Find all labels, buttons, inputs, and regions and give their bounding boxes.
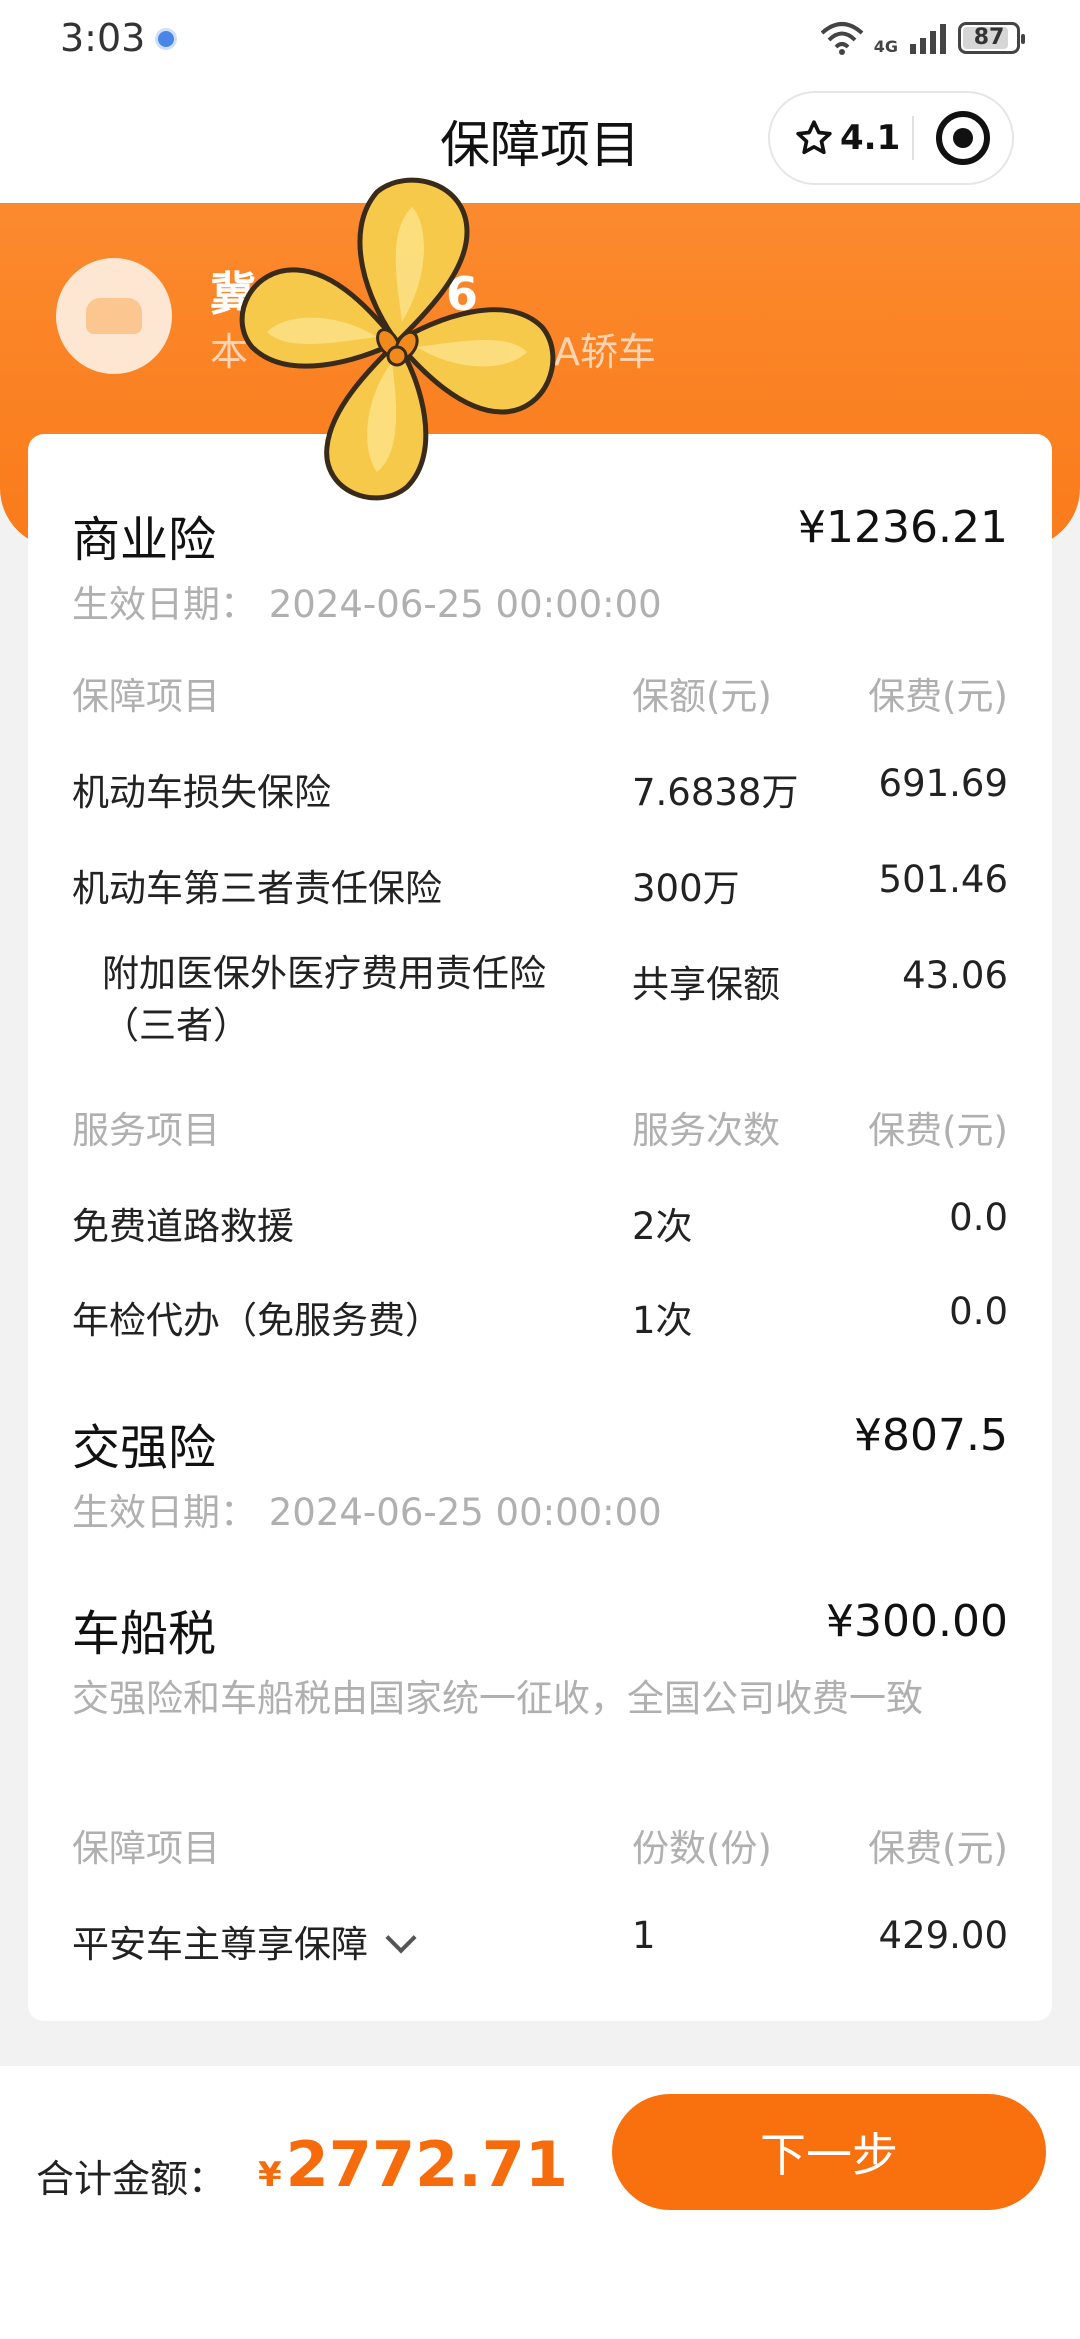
header-count: 份数(份) <box>632 1827 772 1870</box>
commercial-title: 商业险 <box>72 512 217 568</box>
car-icon <box>86 298 142 334</box>
chevron-down-icon <box>385 1922 417 1954</box>
header-item: 保障项目 <box>72 1827 220 1870</box>
item-name: 机动车损失保险 <box>72 771 331 814</box>
coverage-card: 商业险 ¥1236.21 生效日期： 2024-06-25 00:00:00 保… <box>28 434 1052 2021</box>
close-miniprogram-button[interactable] <box>914 111 1012 165</box>
signal-icon <box>910 23 946 54</box>
vehicle-avatar <box>56 258 172 374</box>
service-name: 年检代办（免服务费） <box>72 1299 442 1342</box>
status-bar: 3:03 4G 87 <box>0 0 1080 75</box>
battery-level: 87 <box>973 25 1005 50</box>
wifi-icon <box>820 21 864 55</box>
extra-item-count: 1 <box>632 1914 656 1957</box>
network-type: 4G <box>873 37 898 56</box>
service-name: 免费道路救援 <box>72 1205 294 1248</box>
service-premium: 0.0 <box>949 1196 1008 1239</box>
extra-item-premium: 429.00 <box>878 1914 1008 1957</box>
location-icon <box>155 27 178 50</box>
currency-symbol: ¥ <box>258 2155 282 2195</box>
commercial-amount: ¥1236.21 <box>798 502 1008 553</box>
status-time: 3:03 <box>60 15 146 60</box>
compulsory-effective-date: 生效日期： 2024-06-25 00:00:00 <box>72 1491 662 1534</box>
mini-program-capsule: 4.1 <box>768 91 1014 185</box>
total-label: 合计金额： <box>36 2157 227 2201</box>
commercial-effective-date: 生效日期： 2024-06-25 00:00:00 <box>72 583 662 626</box>
item-name: 附加医保外医疗费用责任险（三者） <box>102 952 546 1047</box>
total-amount: ¥2772.71 <box>258 2128 568 2201</box>
service-count: 2次 <box>632 1205 693 1248</box>
item-premium: 43.06 <box>902 954 1008 997</box>
header-item: 保障项目 <box>72 675 220 718</box>
total-value: 2772.71 <box>285 2128 569 2201</box>
header-coverage: 保额(元) <box>632 675 772 718</box>
bottom-bar: 合计金额： ¥2772.71 下一步 <box>0 2066 1080 2339</box>
star-icon <box>796 120 832 155</box>
item-name: 机动车第三者责任保险 <box>72 867 442 910</box>
item-premium: 501.46 <box>878 858 1008 901</box>
service-premium: 0.0 <box>949 1290 1008 1333</box>
flower-sticker <box>239 177 556 501</box>
compulsory-title: 交强险 <box>72 1420 217 1476</box>
target-icon <box>936 111 990 165</box>
header-premium: 保费(元) <box>868 675 1008 718</box>
header-premium: 保费(元) <box>868 1827 1008 1870</box>
service-count: 1次 <box>632 1299 693 1342</box>
next-step-button[interactable]: 下一步 <box>612 2094 1046 2210</box>
header-count: 服务次数 <box>632 1109 780 1152</box>
rating-button[interactable]: 4.1 <box>770 118 912 158</box>
extra-item-name: 平安车主尊享保障 <box>72 1923 368 1966</box>
item-premium: 691.69 <box>878 762 1008 805</box>
header-service: 服务项目 <box>72 1109 220 1152</box>
vehicle-tax-amount: ¥300.00 <box>826 1596 1008 1647</box>
rating-value: 4.1 <box>840 118 901 158</box>
status-icons: 4G 87 <box>820 19 1025 56</box>
header-premium: 保费(元) <box>868 1109 1008 1152</box>
extra-item-toggle[interactable]: 平安车主尊享保障 <box>72 1914 417 1968</box>
item-coverage: 7.6838万 <box>632 771 799 814</box>
vehicle-tax-note: 交强险和车船税由国家统一征收，全国公司收费一致 <box>72 1677 923 1720</box>
vehicle-tax-title: 车船税 <box>72 1606 217 1662</box>
compulsory-amount: ¥807.5 <box>854 1410 1008 1461</box>
item-coverage: 300万 <box>632 867 740 910</box>
battery-icon: 87 <box>958 21 1025 54</box>
item-coverage: 共享保额 <box>632 963 780 1006</box>
